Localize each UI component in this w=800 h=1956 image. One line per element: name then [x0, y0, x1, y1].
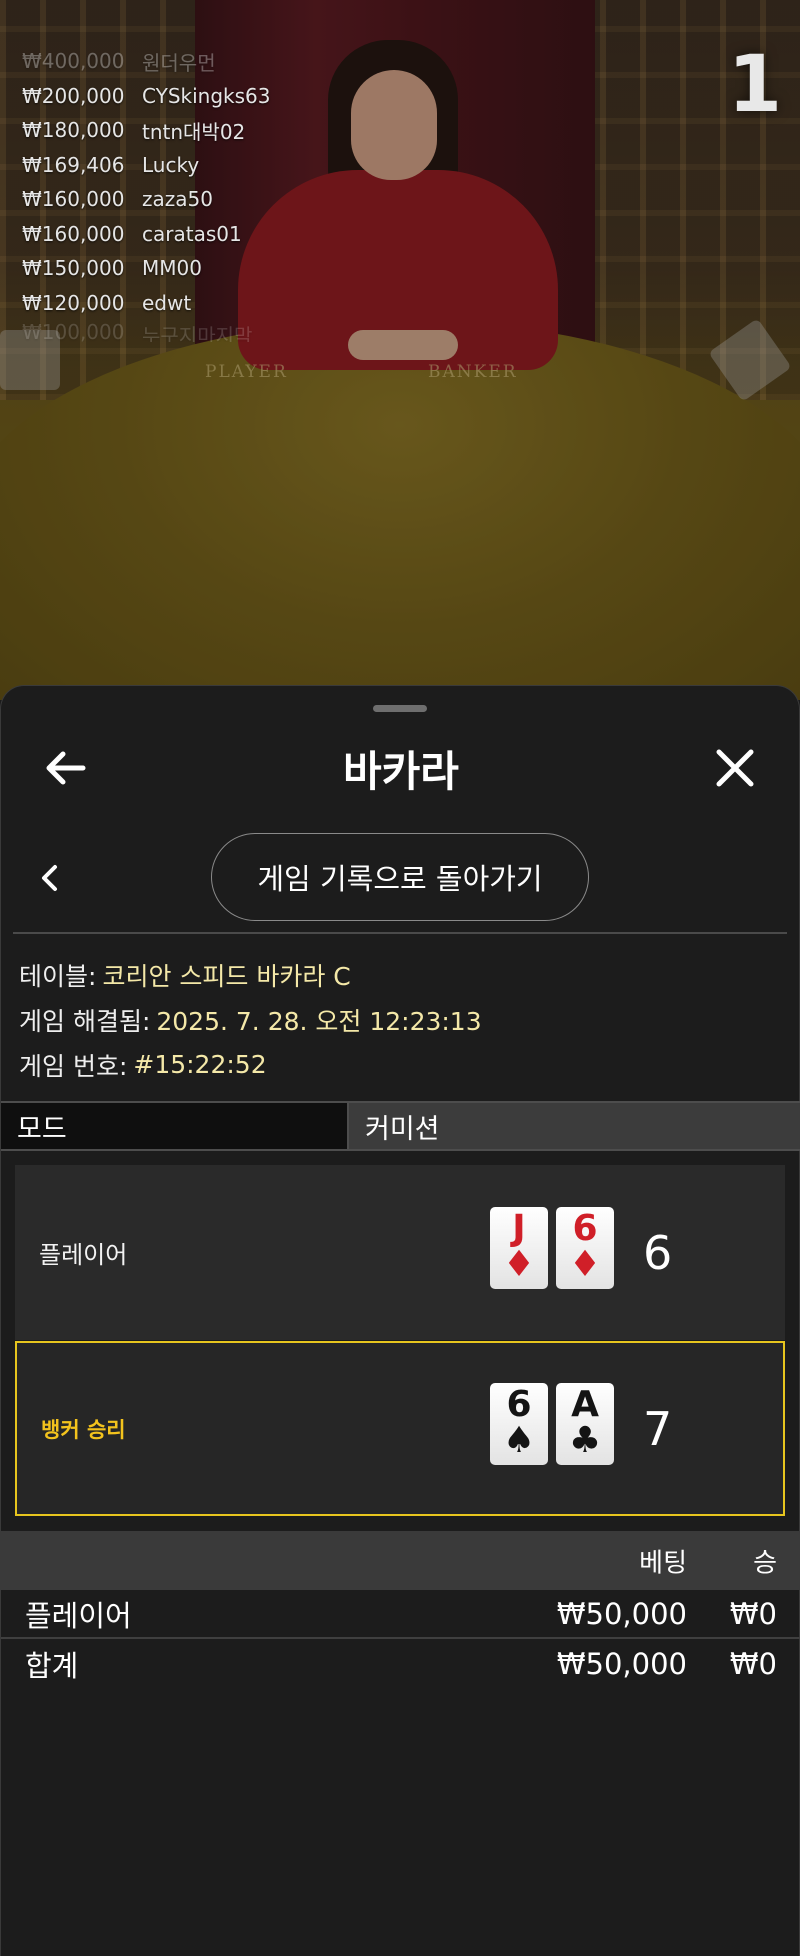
- playing-card: J ♦: [490, 1207, 548, 1289]
- winner-row: ₩400,000 원더우먼: [22, 49, 216, 75]
- drag-handle[interactable]: [373, 705, 427, 712]
- player-score: 6: [643, 1225, 673, 1280]
- bets-table: 베팅 승 플레이어 ₩50,000 ₩0 합계 ₩50,000 ₩0: [1, 1531, 800, 1688]
- bets-header: 베팅 승: [1, 1531, 800, 1590]
- resolved-time: 2025. 7. 28. 오전 12:23:13: [156, 1006, 482, 1036]
- live-video-stream: PLAYER BANKER ₩400,000 원더우먼 ₩200,000 CYSki…: [0, 0, 800, 700]
- mode-tabs: 모드 커미션: [1, 1101, 800, 1151]
- table-row: 플레이어 ₩50,000 ₩0: [1, 1590, 800, 1639]
- diamond-icon: ♦: [502, 1244, 536, 1285]
- back-to-history-button[interactable]: 게임 기록으로 돌아가기: [211, 833, 589, 921]
- banker-score: 7: [643, 1401, 673, 1456]
- winner-row: ₩160,000 caratas01: [22, 221, 242, 246]
- banker-result-row: 뱅커 승리 6 ♠ A ♣ 7: [15, 1341, 785, 1516]
- history-nav: 게임 기록으로 돌아가기: [1, 833, 800, 923]
- tab-mode[interactable]: 모드: [1, 1103, 349, 1149]
- winner-row: ₩169,406 Lucky: [22, 152, 200, 177]
- column-win: 승: [753, 1548, 777, 1578]
- table-info: 테이블: 코리안 스피드 바카라 C: [19, 952, 482, 997]
- tab-commission[interactable]: 커미션: [349, 1103, 800, 1149]
- winner-row: ₩180,000 tntn대박02: [22, 118, 246, 144]
- column-bet: 베팅: [639, 1548, 687, 1578]
- winners-list: ₩400,000 원더우먼 ₩200,000 CYSkingks63 ₩180,00…: [22, 44, 271, 342]
- winner-row: ₩120,000 edwt: [22, 290, 192, 315]
- playing-card: 6 ♦: [556, 1207, 614, 1289]
- game-number: #15:22:52: [133, 1050, 267, 1079]
- winner-row: ₩150,000 MM00: [22, 256, 202, 281]
- resolved-info: 게임 해결됨: 2025. 7. 28. 오전 12:23:13: [19, 997, 482, 1042]
- playing-card: A ♣: [556, 1383, 614, 1465]
- chevron-left-icon: [42, 865, 57, 891]
- winner-row: ₩100,000 누구지마지막: [22, 320, 253, 342]
- spade-icon: ♠: [502, 1420, 536, 1461]
- sheet-header: 바카라: [1, 726, 800, 806]
- round-number: 1: [727, 40, 782, 130]
- game-info: 테이블: 코리안 스피드 바카라 C 게임 해결됨: 2025. 7. 28. …: [19, 952, 482, 1087]
- club-icon: ♣: [568, 1420, 602, 1461]
- game-number-info: 게임 번호: #15:22:52: [19, 1050, 267, 1081]
- player-result-row: 플레이어 J ♦ 6 ♦ 6: [15, 1165, 785, 1340]
- player-label: 플레이어: [39, 1241, 128, 1269]
- winner-row: ₩200,000 CYSkingks63: [22, 83, 271, 108]
- round-results: 플레이어 J ♦ 6 ♦ 6 뱅커 승리 6 ♠ A ♣ 7: [15, 1165, 785, 1530]
- close-icon: [716, 749, 754, 787]
- banker-win-label: 뱅커 승리: [41, 1417, 126, 1442]
- sheet-title: 바카라: [343, 747, 459, 796]
- divider: [13, 932, 787, 934]
- winner-row: ₩160,000 zaza50: [22, 187, 213, 212]
- game-detail-sheet: 바카라 게임 기록으로 돌아가기 테이블: 코리안 스피드 바카라 C 게임 해…: [0, 685, 800, 1956]
- total-row: 합계 ₩50,000 ₩0: [25, 1646, 777, 1683]
- table-name: 코리안 스피드 바카라 C: [102, 961, 351, 991]
- diamond-icon: ♦: [568, 1244, 602, 1285]
- close-button[interactable]: [711, 744, 759, 792]
- playing-card: 6 ♠: [490, 1383, 548, 1465]
- previous-button[interactable]: [31, 855, 71, 901]
